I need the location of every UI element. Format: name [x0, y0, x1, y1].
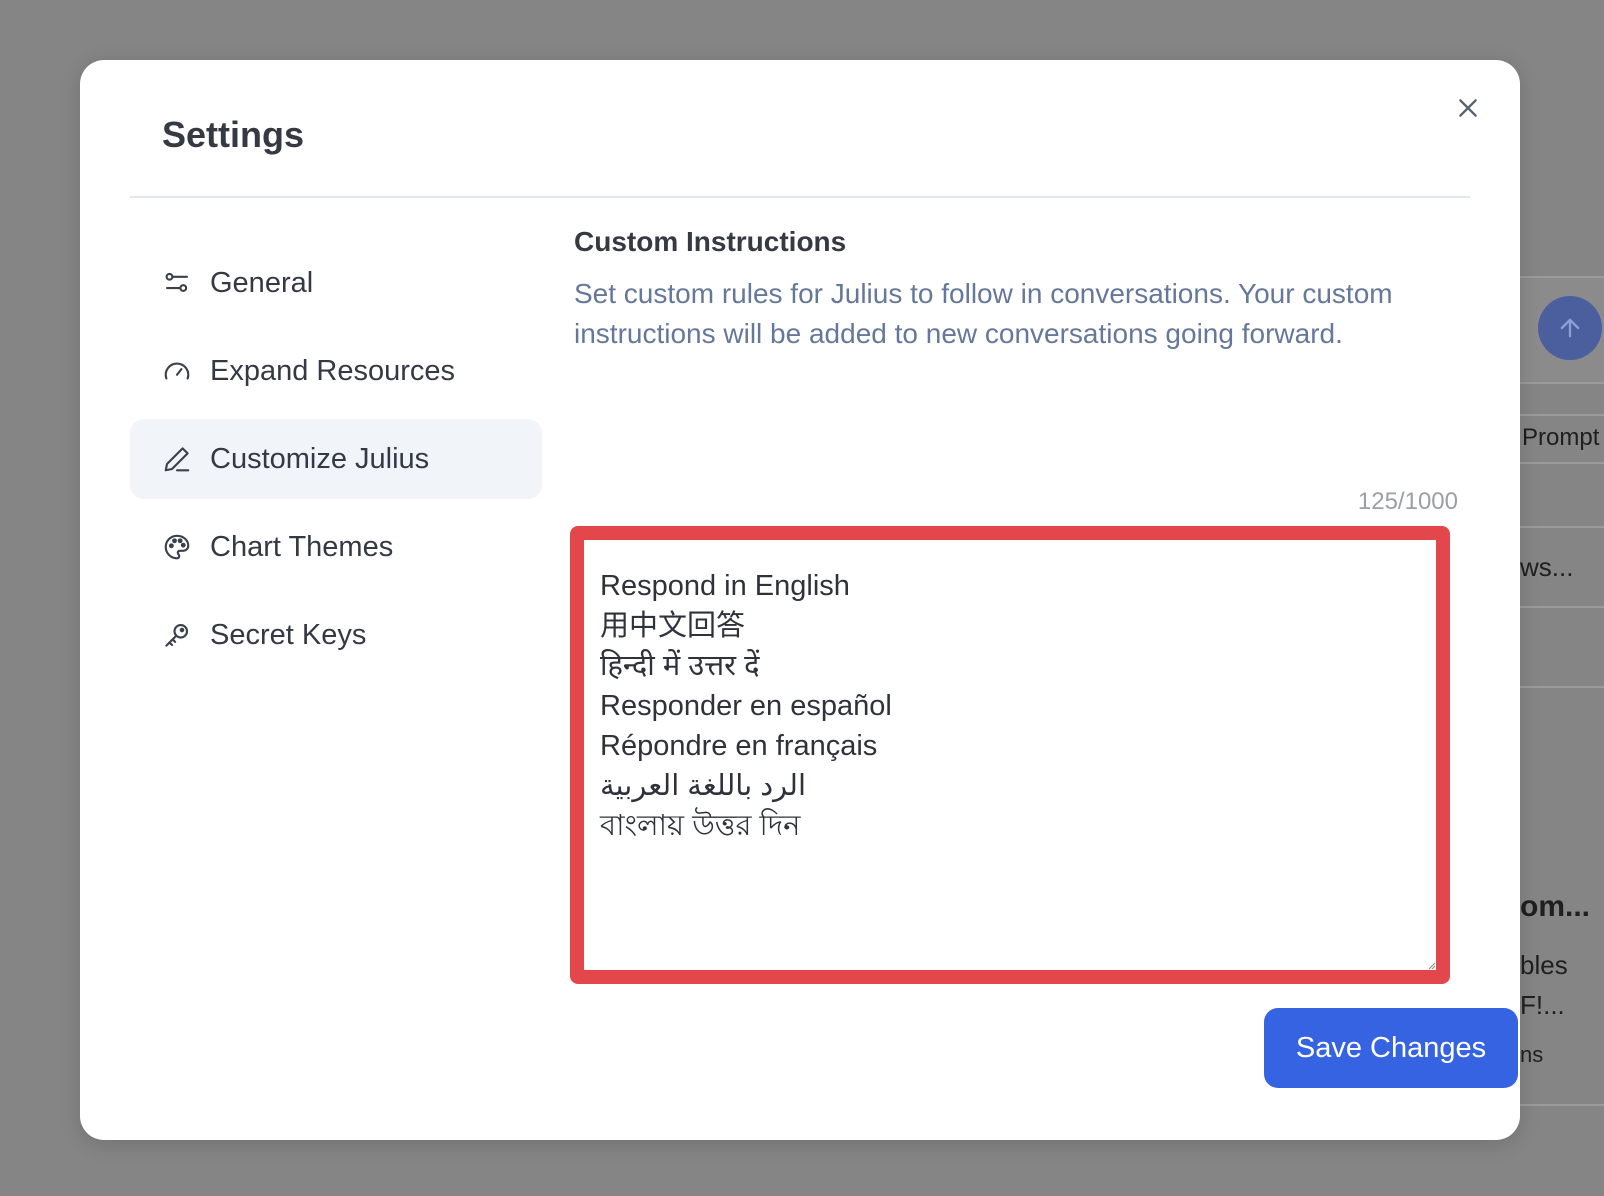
instructions-textarea-highlight: Respond in English 用中文回答 हिन्दी में उत्त…: [570, 526, 1450, 984]
background-send-button: [1538, 296, 1602, 360]
sidebar-item-general[interactable]: General: [130, 243, 542, 323]
save-changes-button[interactable]: Save Changes: [1264, 1008, 1518, 1088]
section-title: Custom Instructions: [574, 226, 847, 257]
instruction-line: বাংলায় উত্তর দিন: [600, 810, 801, 842]
sidebar-item-label: Secret Keys: [210, 618, 367, 651]
close-icon: [1459, 99, 1477, 117]
sidebar-item-label: Customize Julius: [210, 442, 430, 475]
background-text: bles: [1520, 950, 1568, 980]
sidebar-item-customize-julius[interactable]: Customize Julius: [130, 419, 542, 499]
settings-sidebar: General Expand Resources Customize Juliu…: [130, 243, 542, 683]
sliders-icon: [160, 266, 194, 300]
instructions-textarea[interactable]: Respond in English 用中文回答 हिन्दी में उत्त…: [584, 540, 1436, 970]
sidebar-item-expand-resources[interactable]: Expand Resources: [130, 331, 542, 411]
sidebar-item-label: Expand Resources: [210, 354, 456, 387]
instruction-line: Responder en español: [600, 690, 892, 722]
character-counter: 125/1000: [1357, 488, 1458, 515]
settings-modal: Settings General Expand Resources Custom…: [80, 60, 1520, 1140]
section-description: Set custom rules for Julius to follow in…: [574, 278, 1393, 349]
sidebar-item-label: General: [210, 266, 314, 299]
custom-instructions-panel: Custom Instructions Set custom rules for…: [570, 226, 1518, 1088]
sidebar-item-secret-keys[interactable]: Secret Keys: [130, 595, 542, 675]
header-divider: [130, 196, 1470, 198]
modal-title: Settings: [162, 114, 305, 155]
instruction-line: 用中文回答: [600, 610, 746, 642]
arrow-up-icon: [1560, 318, 1580, 338]
key-icon: [160, 618, 194, 652]
resize-handle-icon[interactable]: [1426, 960, 1436, 970]
background-text: Prompt: [1522, 424, 1600, 451]
background-text: ns: [1520, 1042, 1544, 1067]
instruction-line: الرد باللغة العربية: [600, 770, 807, 802]
instruction-line: Répondre en français: [600, 730, 878, 762]
sidebar-item-label: Chart Themes: [210, 530, 394, 563]
palette-icon: [160, 530, 194, 564]
pencil-icon: [160, 442, 194, 476]
gauge-icon: [160, 354, 194, 388]
background-text: F!...: [1520, 990, 1565, 1020]
instruction-line: हिन्दी में उत्तर दें: [600, 650, 760, 682]
instruction-line: Respond in English: [600, 570, 850, 602]
close-button[interactable]: [1450, 90, 1486, 126]
background-text: ws...: [1520, 552, 1574, 582]
sidebar-item-chart-themes[interactable]: Chart Themes: [130, 507, 542, 587]
background-text: om...: [1520, 890, 1591, 923]
